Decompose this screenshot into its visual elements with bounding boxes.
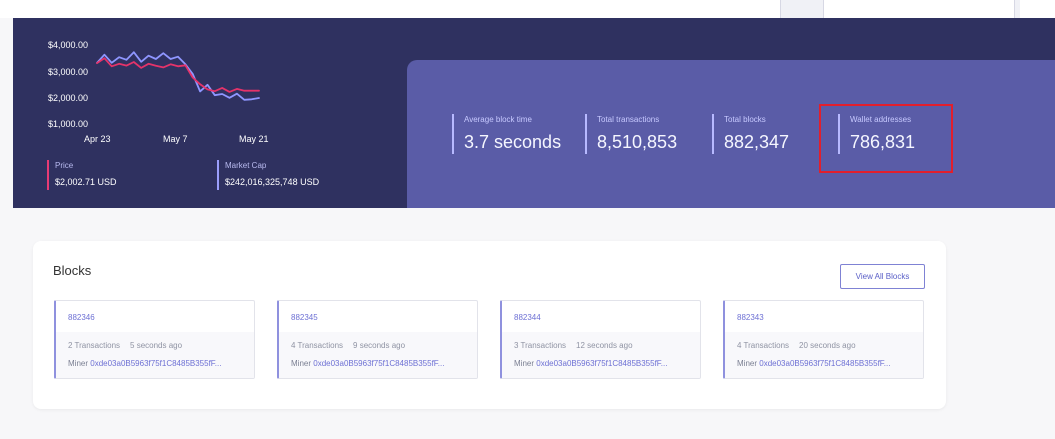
stat-accent [712, 114, 714, 154]
total-blocks-value: 882,347 [724, 132, 790, 152]
blocks-title: Blocks [53, 263, 92, 278]
price-series-line [96, 57, 260, 93]
block-meta: 3 Transactions 12 seconds ago [514, 341, 633, 350]
market-cap-series-line [96, 51, 260, 101]
miner-address-link[interactable]: 0xde03a0B5963f75f1C8485B355fF... [313, 359, 444, 368]
total-blocks-label: Total blocks [724, 115, 766, 124]
miner-address-link[interactable]: 0xde03a0B5963f75f1C8485B355fF... [536, 359, 667, 368]
total-transactions-stat: Total transactions 8,510,853 [585, 114, 677, 154]
block-age: 12 seconds ago [576, 341, 633, 350]
price-label: Price [55, 161, 74, 170]
block-age: 9 seconds ago [353, 341, 406, 350]
x-tick-label: May 21 [239, 134, 269, 144]
average-block-time-stat: Average block time 3.7 seconds [452, 114, 561, 154]
chart-series-group [96, 51, 260, 101]
y-tick-label: $3,000.00 [48, 67, 88, 77]
average-block-time-label: Average block time [464, 115, 532, 124]
top-search-input[interactable] [823, 0, 1015, 18]
market-cap-ticker: Market Cap $242,016,325,748 USD [217, 160, 320, 190]
y-tick-label: $2,000.00 [48, 93, 88, 103]
miner-address-link[interactable]: 0xde03a0B5963f75f1C8485B355fF... [759, 359, 890, 368]
wallet-addresses-highlight [819, 104, 953, 173]
block-number-link[interactable]: 882346 [68, 313, 95, 322]
miner-label: Miner [514, 359, 535, 368]
total-blocks-stat: Total blocks 882,347 [712, 114, 789, 154]
total-transactions-value: 8,510,853 [597, 132, 678, 152]
total-transactions-label: Total transactions [597, 115, 660, 124]
y-tick-label: $4,000.00 [48, 40, 88, 50]
average-block-time-value: 3.7 seconds [464, 132, 562, 152]
block-meta: 4 Transactions 9 seconds ago [291, 341, 405, 350]
block-number-link[interactable]: 882343 [737, 313, 764, 322]
blocks-panel: Blocks View All Blocks 882346 2 Transact… [33, 241, 946, 409]
block-age: 20 seconds ago [799, 341, 856, 350]
price-ticker: Price $2,002.71 USD [47, 160, 117, 190]
price-value: $2,002.71 USD [55, 177, 117, 187]
block-meta: 4 Transactions 20 seconds ago [737, 341, 856, 350]
y-tick-label: $1,000.00 [48, 119, 88, 129]
miner-label: Miner [68, 359, 89, 368]
miner-label: Miner [291, 359, 312, 368]
x-tick-label: Apr 23 [84, 134, 111, 144]
block-card[interactable]: 882344 3 Transactions 12 seconds ago Mine… [500, 300, 701, 379]
market-cap-ticker-accent [217, 160, 219, 190]
block-transactions: 2 Transactions [68, 341, 121, 350]
block-details: 4 Transactions 9 seconds ago Miner 0xde03… [279, 332, 477, 378]
price-ticker-accent [47, 160, 49, 190]
block-transactions: 4 Transactions [291, 341, 344, 350]
block-details: 4 Transactions 20 seconds ago Miner 0xde0… [725, 332, 923, 378]
block-card[interactable]: 882346 2 Transactions 5 seconds ago Miner… [54, 300, 255, 379]
block-miner: Miner 0xde03a0B5963f75f1C8485B355fF... [514, 359, 699, 368]
block-number-link[interactable]: 882345 [291, 313, 318, 322]
miner-label: Miner [737, 359, 758, 368]
x-tick-label: May 7 [163, 134, 188, 144]
block-card[interactable]: 882343 4 Transactions 20 seconds ago Mine… [723, 300, 924, 379]
block-number-link[interactable]: 882344 [514, 313, 541, 322]
market-cap-value: $242,016,325,748 USD [225, 177, 320, 187]
stat-accent [452, 114, 454, 154]
block-card[interactable]: 882345 4 Transactions 9 seconds ago Miner… [277, 300, 478, 379]
stat-accent [585, 114, 587, 154]
block-miner: Miner 0xde03a0B5963f75f1C8485B355fF... [68, 359, 253, 368]
block-transactions: 3 Transactions [514, 341, 567, 350]
block-details: 2 Transactions 5 seconds ago Miner 0xde03… [56, 332, 254, 378]
block-age: 5 seconds ago [130, 341, 183, 350]
block-transactions: 4 Transactions [737, 341, 790, 350]
market-cap-label: Market Cap [225, 161, 267, 170]
block-details: 3 Transactions 12 seconds ago Miner 0xde0… [502, 332, 700, 378]
block-miner: Miner 0xde03a0B5963f75f1C8485B355fF... [737, 359, 922, 368]
price-market-cap-chart: $4,000.00 $3,000.00 $2,000.00 $1,000.00 … [48, 40, 269, 144]
miner-address-link[interactable]: 0xde03a0B5963f75f1C8485B355fF... [90, 359, 221, 368]
block-meta: 2 Transactions 5 seconds ago [68, 341, 182, 350]
view-all-blocks-button[interactable]: View All Blocks [840, 264, 925, 289]
block-miner: Miner 0xde03a0B5963f75f1C8485B355fF... [291, 359, 476, 368]
